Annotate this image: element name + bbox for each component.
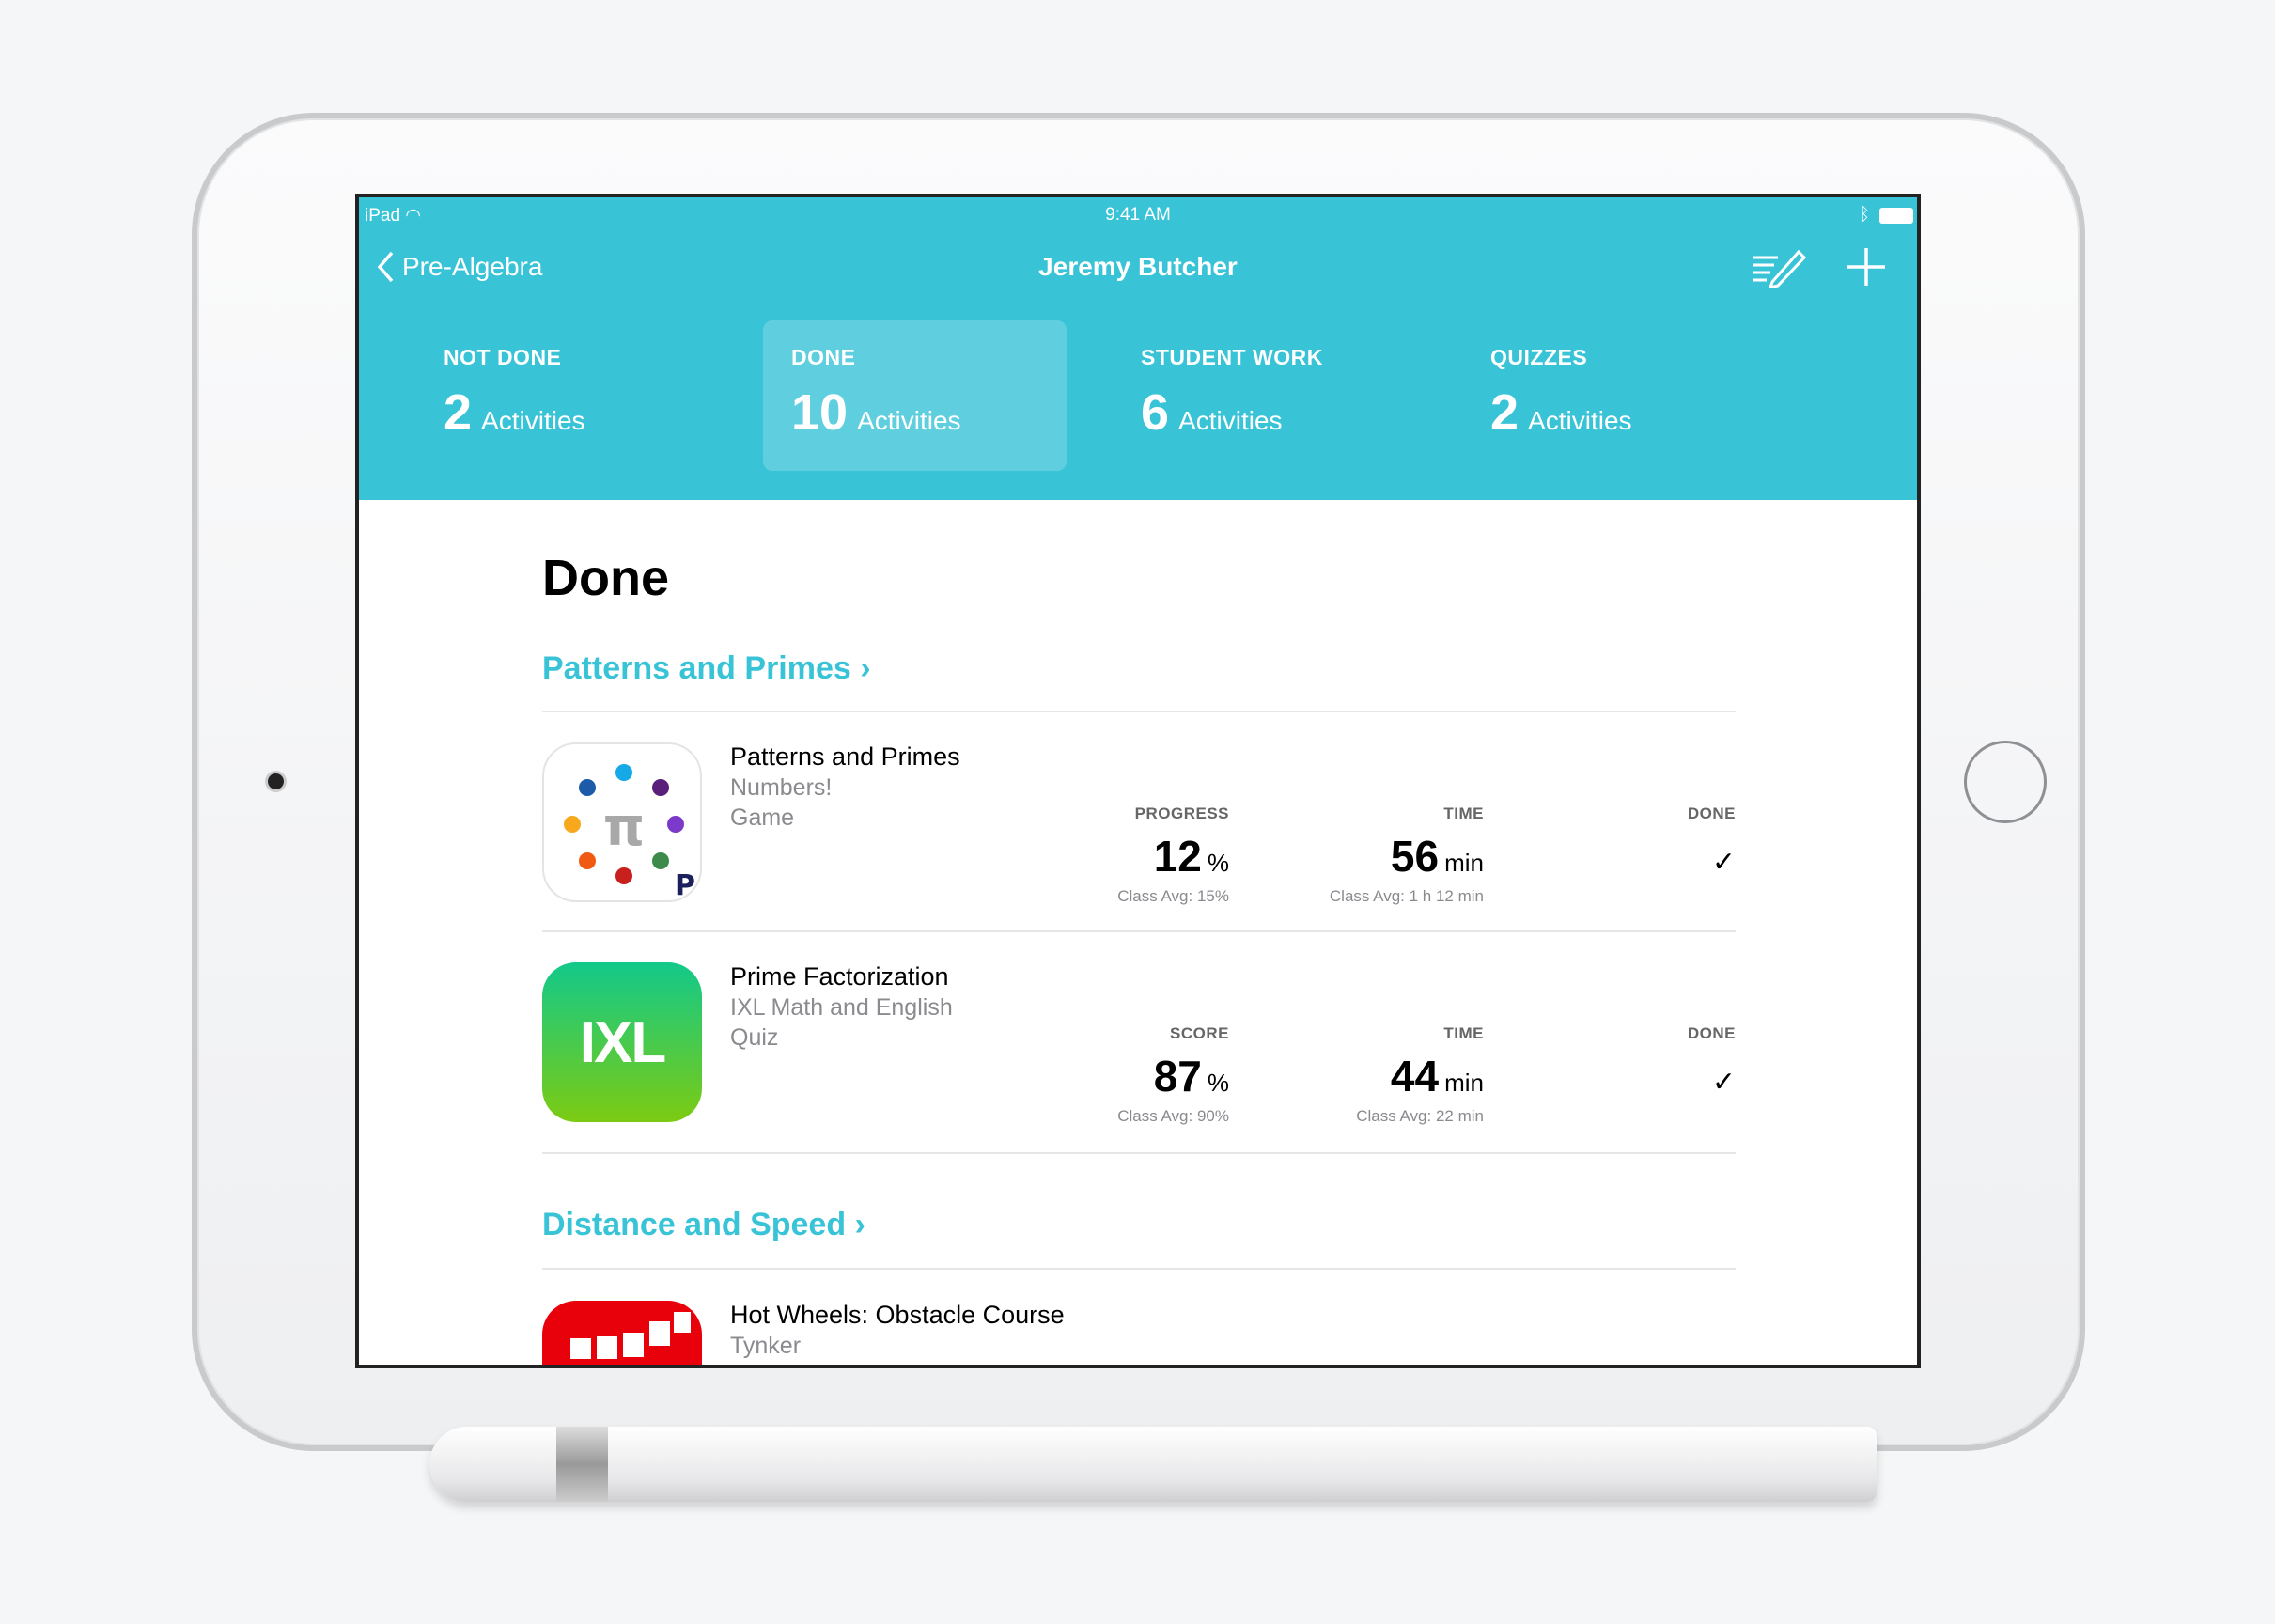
tab-label: NOT DONE [444,345,562,369]
tab-count: 2 [1490,384,1519,441]
section-title: Distance and Speed [542,1207,847,1242]
stat-label: TIME [1443,804,1484,822]
divider [542,710,1736,712]
time-stat: TIME 44 min Class Avg: 22 min [1356,1024,1484,1126]
stat-unit: min [1444,1069,1484,1097]
status-time: 9:41 AM [1105,205,1171,225]
list-item[interactable]: Hot Wheels: Obstacle Course Tynker [542,1301,1736,1365]
activity-title: Prime Factorization [730,962,949,991]
activity-type: Quiz [730,1024,779,1051]
tab-count: 10 [791,384,849,441]
divider [542,1268,1736,1270]
bluetooth-icon: ᛒ [1859,205,1870,225]
activity-app: Numbers! [730,774,833,801]
pencil-band [556,1427,608,1502]
svg-text:π: π [603,797,645,858]
stat-unit: % [1207,1069,1229,1097]
list-item[interactable]: πP Patterns and Primes Numbers! Game PRO… [542,742,1736,930]
stat-unit: min [1444,849,1484,877]
tab-label: DONE [791,345,856,369]
tab-unit: Activities [1528,406,1632,435]
chevron-right-icon: › [860,650,871,686]
status-right: ᛒ [1860,205,1913,226]
tab-quizzes[interactable]: QUIZZES 2 Activities [1462,320,1766,471]
list-item[interactable]: IXL Prime Factorization IXL Math and Eng… [542,962,1736,1150]
ixl-logo: IXL [579,1009,666,1075]
chevron-right-icon: › [854,1207,865,1242]
progress-stat: PROGRESS 12% Class Avg: 15% [1117,804,1229,906]
camera [268,773,284,789]
activity-type: Game [730,804,795,831]
svg-text:P: P [675,869,695,902]
stat-value: 12 [1153,832,1202,881]
class-average: Class Avg: 90% [1117,1107,1229,1125]
time-stat: TIME 56 min Class Avg: 1 h 12 min [1330,804,1484,906]
divider [542,1152,1736,1154]
nav-title: Jeremy Butcher [1038,252,1238,281]
stat-label: PROGRESS [1134,804,1229,822]
battery-icon [1879,207,1913,224]
numbers-app-icon: πP [542,742,702,902]
tab-unit: Activities [1178,406,1283,435]
section-title: Patterns and Primes [542,650,851,686]
activity-title: Hot Wheels: Obstacle Course [730,1301,1065,1329]
section-distance-and-speed[interactable]: Distance and Speed › [542,1207,865,1243]
stat-label: SCORE [1170,1024,1229,1042]
section-patterns-and-primes[interactable]: Patterns and Primes › [542,650,871,687]
class-average: Class Avg: 1 h 12 min [1329,887,1484,905]
add-icon[interactable] [1846,246,1887,288]
stat-unit: % [1207,849,1229,877]
tab-unit: Activities [481,406,585,435]
activity-title: Patterns and Primes [730,742,960,771]
activity-app: IXL Math and English [730,994,953,1021]
stat-label: DONE [1687,804,1736,822]
stat-label: DONE [1687,1024,1736,1042]
tab-count: 6 [1141,384,1170,441]
tab-student-work[interactable]: STUDENT WORK 6 Activities [1113,320,1416,471]
stat-value: 44 [1390,1052,1440,1101]
score-stat: SCORE 87% Class Avg: 90% [1117,1024,1229,1126]
done-stat: DONE ✓ [1688,1024,1736,1099]
tynker-app-icon [542,1301,702,1365]
class-average: Class Avg: 15% [1117,887,1229,905]
home-button[interactable] [1964,741,2047,823]
apple-pencil [429,1427,1877,1502]
checkmark-icon: ✓ [1711,1067,1736,1098]
header: iPad ◠ 9:41 AM ᛒ Pre-Algebra Jeremy Butc… [359,197,1917,500]
screen: iPad ◠ 9:41 AM ᛒ Pre-Algebra Jeremy Butc… [355,194,1921,1368]
page-title: Done [542,550,669,606]
stat-label: TIME [1443,1024,1484,1042]
checkmark-icon: ✓ [1711,847,1736,878]
done-stat: DONE ✓ [1688,804,1736,879]
tab-unit: Activities [857,406,961,435]
tab-label: STUDENT WORK [1141,345,1323,369]
tab-label: QUIZZES [1490,345,1588,369]
class-average: Class Avg: 22 min [1356,1107,1484,1125]
activity-app: Tynker [730,1333,802,1359]
tab-count: 2 [444,384,473,441]
divider [542,930,1736,932]
tab-not-done[interactable]: NOT DONE 2 Activities [415,320,719,471]
compose-icon[interactable] [1752,246,1808,288]
ixl-app-icon: IXL [542,962,702,1122]
tab-done[interactable]: DONE 10 Activities [763,320,1067,471]
stat-value: 56 [1390,832,1440,881]
stat-value: 87 [1153,1052,1202,1101]
